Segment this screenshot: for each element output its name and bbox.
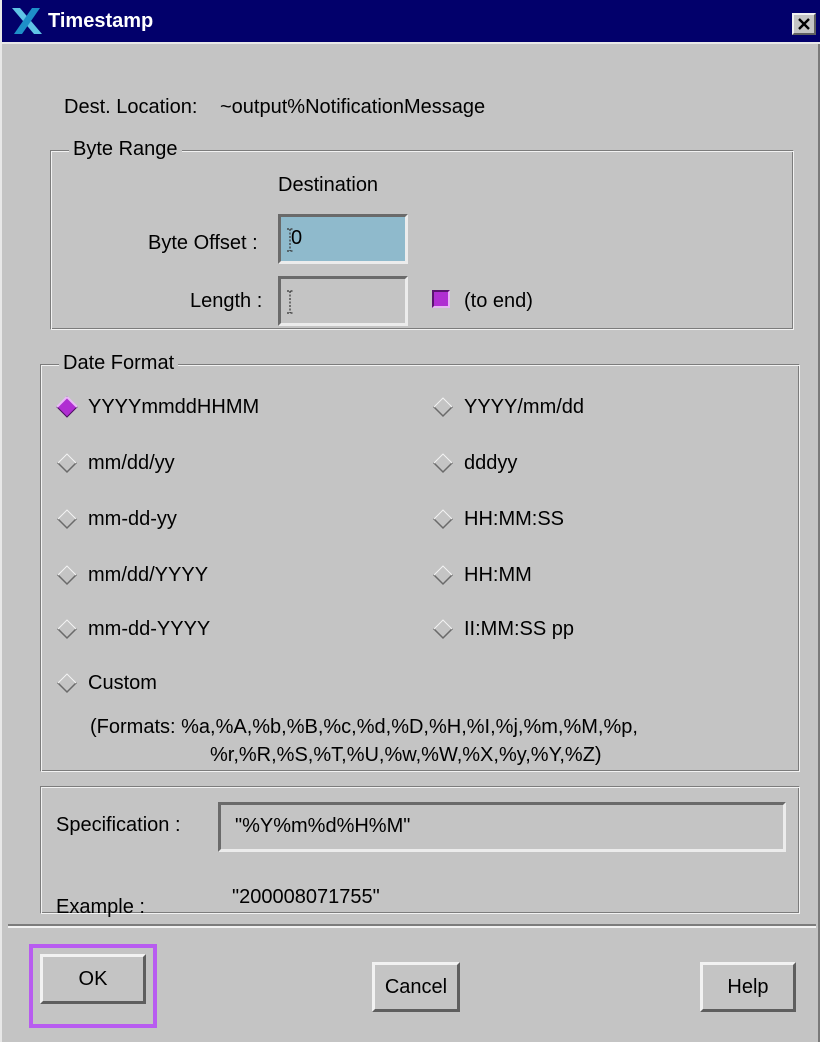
length-input[interactable]: [278, 276, 408, 326]
radio-unselected-icon[interactable]: [432, 452, 454, 474]
formats-help-line-1: (Formats: %a,%A,%b,%B,%c,%d,%D,%H,%I,%j,…: [90, 716, 638, 738]
cancel-button[interactable]: Cancel: [372, 962, 460, 1012]
radio-unselected-icon[interactable]: [56, 452, 78, 474]
specification-label: Specification :: [56, 814, 181, 836]
formats-help-line-2: %r,%R,%S,%T,%U,%w,%W,%X,%y,%Y,%Z): [210, 744, 602, 766]
byte-offset-label: Byte Offset :: [148, 232, 258, 254]
destination-column-header: Destination: [278, 174, 379, 196]
to-end-label[interactable]: (to end): [464, 290, 533, 313]
radio-label-hh-mm[interactable]: HH:MM: [464, 564, 532, 587]
help-button[interactable]: Help: [700, 962, 796, 1012]
radio-label-mm-dd-yy-slash[interactable]: mm/dd/yy: [88, 452, 175, 475]
button-bar-separator: [8, 924, 816, 928]
byte-offset-value: 0: [291, 227, 303, 249]
length-label: Length :: [190, 290, 263, 312]
title-bar[interactable]: Timestamp: [2, 0, 820, 44]
radio-label-dddyy[interactable]: dddyy: [464, 452, 517, 475]
radio-label-mm-dd-yyyy-dash[interactable]: mm-dd-YYYY: [88, 618, 210, 641]
radio-unselected-icon[interactable]: [56, 618, 78, 640]
radio-unselected-icon[interactable]: [432, 618, 454, 640]
timestamp-dialog: Timestamp Dest. Location: ~output%Notifi…: [0, 0, 820, 1042]
radio-label-yyyy-mm-dd[interactable]: YYYY/mm/dd: [464, 396, 584, 419]
radio-unselected-icon[interactable]: [56, 564, 78, 586]
radio-unselected-icon[interactable]: [432, 396, 454, 418]
close-x-icon: [798, 18, 810, 30]
radio-unselected-icon[interactable]: [432, 508, 454, 530]
date-format-title: Date Format: [59, 352, 179, 375]
window-title: Timestamp: [48, 10, 154, 32]
example-value: "200008071755": [232, 886, 380, 908]
radio-label-yyyymmddhhmm[interactable]: YYYYmmddHHMM: [88, 396, 259, 419]
close-button[interactable]: [792, 13, 816, 35]
radio-label-mm-dd-yyyy-slash[interactable]: mm/dd/YYYY: [88, 564, 208, 587]
radio-unselected-icon[interactable]: [56, 672, 78, 694]
byte-range-title: Byte Range: [69, 138, 182, 161]
radio-label-custom[interactable]: Custom: [88, 672, 157, 695]
radio-unselected-icon[interactable]: [56, 508, 78, 530]
radio-unselected-icon[interactable]: [432, 564, 454, 586]
ok-button[interactable]: OK: [40, 954, 146, 1004]
text-caret-icon: [287, 290, 293, 314]
radio-label-ii-mm-ss-pp[interactable]: II:MM:SS pp: [464, 618, 574, 641]
byte-offset-input[interactable]: 0: [278, 214, 408, 264]
x-window-logo-icon: [10, 6, 44, 36]
to-end-checkbox[interactable]: [432, 290, 450, 308]
dest-location-label: Dest. Location:: [64, 96, 198, 118]
specification-input[interactable]: "%Y%m%d%H%M": [218, 802, 786, 852]
radio-label-mm-dd-yy-dash[interactable]: mm-dd-yy: [88, 508, 177, 531]
radio-selected-icon[interactable]: [56, 396, 78, 418]
radio-label-hh-mm-ss[interactable]: HH:MM:SS: [464, 508, 564, 531]
example-label: Example :: [56, 896, 145, 918]
specification-value: "%Y%m%d%H%M": [235, 815, 411, 837]
dest-location-value: ~output%NotificationMessage: [220, 96, 486, 118]
